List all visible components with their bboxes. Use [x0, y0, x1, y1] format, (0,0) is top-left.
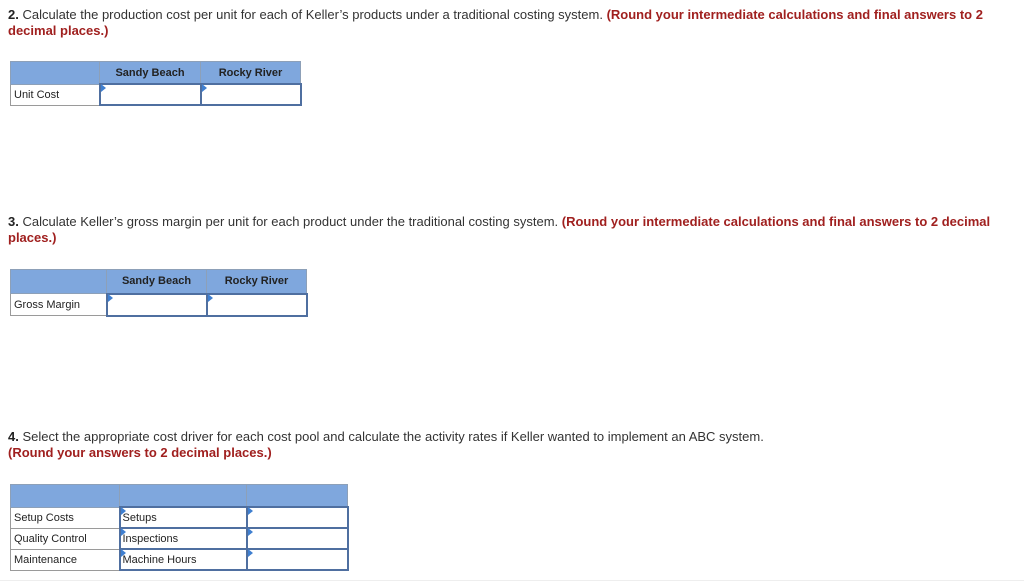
dropdown-marker-icon: [201, 84, 207, 92]
header-blank: [10, 61, 100, 85]
header-sandy-beach: Sandy Beach: [106, 269, 207, 294]
table-row: Maintenance Machine Hours: [10, 548, 349, 571]
page-divider: [0, 580, 1024, 581]
table-row: Quality Control Inspections: [10, 527, 349, 550]
row-label-unit-cost: Unit Cost: [10, 83, 100, 106]
dropdown-marker-icon: [247, 549, 253, 557]
dropdown-marker-icon: [247, 507, 253, 515]
table-row: Setup Costs Setups: [10, 506, 349, 529]
header-activity-rate: [246, 484, 348, 508]
maintenance-driver-select[interactable]: Machine Hours: [118, 548, 248, 571]
gross-margin-rocky-river-input[interactable]: [205, 292, 308, 317]
header-blank: [10, 269, 107, 294]
row-label-maintenance: Maintenance: [10, 548, 120, 571]
rounding-note: (Round your answers to 2 decimal places.…: [8, 445, 272, 460]
header-sandy-beach: Sandy Beach: [99, 61, 201, 85]
question-2: 2. Calculate the production cost per uni…: [8, 7, 1008, 39]
dropdown-marker-icon: [120, 549, 126, 557]
table-row: Gross Margin: [10, 292, 308, 317]
header-rocky-river: Rocky River: [200, 61, 301, 85]
table-row: Unit Cost: [10, 83, 302, 106]
setup-costs-driver-select[interactable]: Setups: [118, 506, 248, 529]
question-number: 2.: [8, 7, 19, 22]
unit-cost-sandy-beach-input[interactable]: [98, 83, 202, 106]
gross-margin-sandy-beach-input[interactable]: [105, 292, 208, 317]
dropdown-marker-icon: [100, 84, 106, 92]
quality-control-rate-input[interactable]: [245, 527, 349, 550]
dropdown-marker-icon: [247, 528, 253, 536]
quality-control-driver-select[interactable]: Inspections: [118, 527, 248, 550]
question-text: Calculate the production cost per unit f…: [18, 7, 607, 22]
header-blank: [10, 484, 120, 508]
row-label-gross-margin: Gross Margin: [10, 293, 107, 316]
question-text: Select the appropriate cost driver for e…: [18, 429, 764, 444]
dropdown-marker-icon: [120, 528, 126, 536]
dropdown-marker-icon: [107, 293, 113, 302]
header-rocky-river: Rocky River: [206, 269, 307, 294]
question-3: 3. Calculate Keller’s gross margin per u…: [8, 214, 1008, 246]
dropdown-marker-icon: [120, 507, 126, 515]
activity-rates-table: Setup Costs Setups Quality Control Inspe…: [10, 484, 349, 571]
row-label-setup-costs: Setup Costs: [10, 506, 120, 529]
question-4: 4. Select the appropriate cost driver fo…: [8, 429, 1008, 461]
row-label-quality-control: Quality Control: [10, 527, 120, 550]
question-number: 4.: [8, 429, 19, 444]
unit-cost-table: Sandy Beach Rocky River Unit Cost: [10, 61, 302, 106]
question-number: 3.: [8, 214, 19, 229]
header-cost-driver: [119, 484, 247, 508]
setup-costs-rate-input[interactable]: [245, 506, 349, 529]
dropdown-marker-icon: [207, 293, 213, 302]
gross-margin-table: Sandy Beach Rocky River Gross Margin: [10, 269, 308, 317]
unit-cost-rocky-river-input[interactable]: [199, 83, 302, 106]
maintenance-rate-input[interactable]: [245, 548, 349, 571]
question-text: Calculate Keller’s gross margin per unit…: [18, 214, 562, 229]
